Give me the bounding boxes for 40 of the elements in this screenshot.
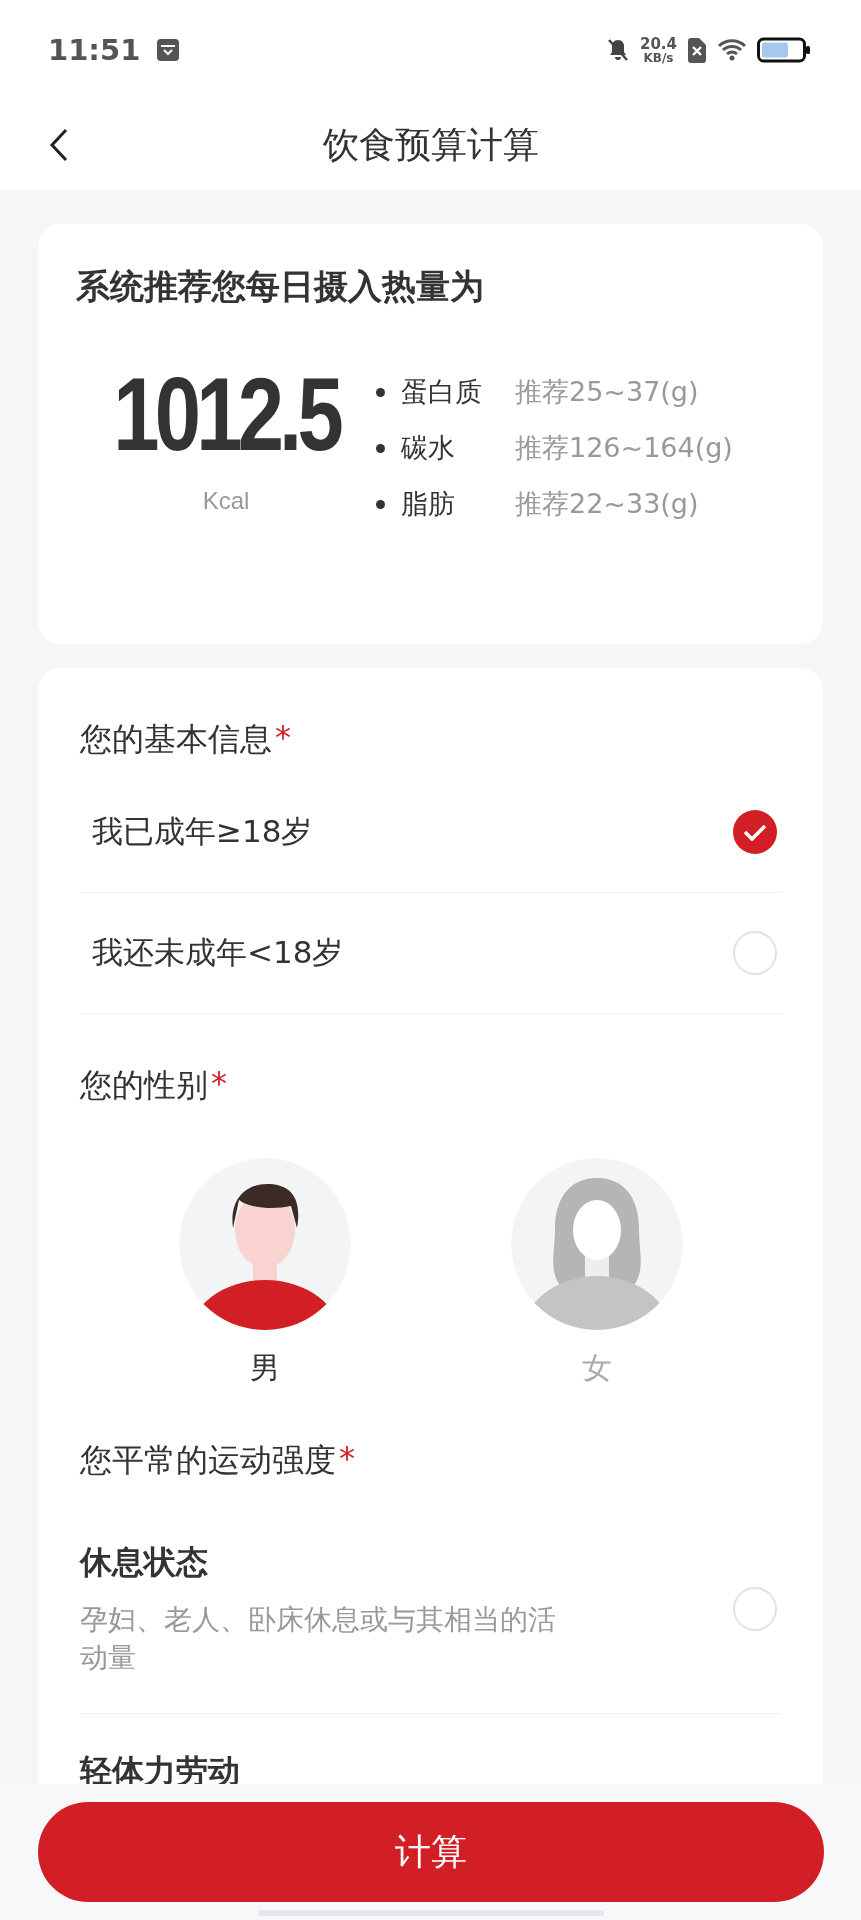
macro-range: 推荐126~164(g) bbox=[515, 431, 733, 465]
sim-missing-icon bbox=[687, 37, 707, 63]
card-title: 系统推荐您每日摄入热量为 bbox=[76, 265, 485, 308]
battery-icon bbox=[757, 37, 811, 63]
age-option[interactable]: 我还未成年<18岁 bbox=[80, 893, 781, 1014]
section-title: 您的基本信息 bbox=[80, 719, 272, 760]
required-mark: * bbox=[211, 1064, 227, 1102]
radio-button[interactable] bbox=[733, 1586, 777, 1631]
calorie-value: 1012.5 bbox=[113, 360, 339, 470]
option-label: 我已成年≥18岁 bbox=[92, 812, 313, 851]
required-mark: * bbox=[275, 718, 291, 756]
macro-range: 推荐22~33(g) bbox=[515, 487, 699, 521]
age-option[interactable]: 我已成年≥18岁 bbox=[80, 772, 781, 893]
activity-description: 孕妇、老人、卧床休息或与其相当的活动量 bbox=[80, 1602, 557, 1676]
avatar-drawing[interactable] bbox=[178, 1158, 351, 1330]
calorie-unit: Kcal bbox=[202, 487, 250, 516]
network-speed: 20.4 KB/s bbox=[640, 36, 677, 64]
calculate-button[interactable]: 计算 bbox=[37, 1802, 824, 1902]
gender-label: 男 bbox=[249, 1349, 280, 1387]
bullet-icon bbox=[376, 443, 385, 453]
back-icon[interactable] bbox=[48, 127, 70, 163]
page-title: 饮食预算计算 bbox=[322, 122, 539, 167]
inbox-icon bbox=[156, 38, 181, 62]
status-time: 11:51 bbox=[48, 33, 141, 67]
section-title: 您的性别 bbox=[80, 1065, 208, 1106]
macro-name: 碳水 bbox=[401, 431, 456, 465]
section-title: 您平常的运动强度 bbox=[80, 1440, 336, 1481]
checked-radio-icon[interactable] bbox=[733, 810, 777, 854]
wifi-icon bbox=[717, 38, 747, 62]
required-mark: * bbox=[339, 1439, 355, 1477]
macro-name: 脂肪 bbox=[401, 487, 456, 521]
activity-title: 休息状态 bbox=[80, 1542, 209, 1583]
macro-range: 推荐25~37(g) bbox=[515, 375, 699, 409]
bullet-icon bbox=[376, 499, 385, 509]
radio-button[interactable] bbox=[733, 931, 777, 975]
bell-muted-icon bbox=[606, 37, 630, 63]
gender-label: 女 bbox=[581, 1349, 612, 1387]
bullet-icon bbox=[376, 387, 385, 397]
option-label: 我还未成年<18岁 bbox=[92, 933, 344, 972]
macro-name: 蛋白质 bbox=[401, 375, 483, 409]
